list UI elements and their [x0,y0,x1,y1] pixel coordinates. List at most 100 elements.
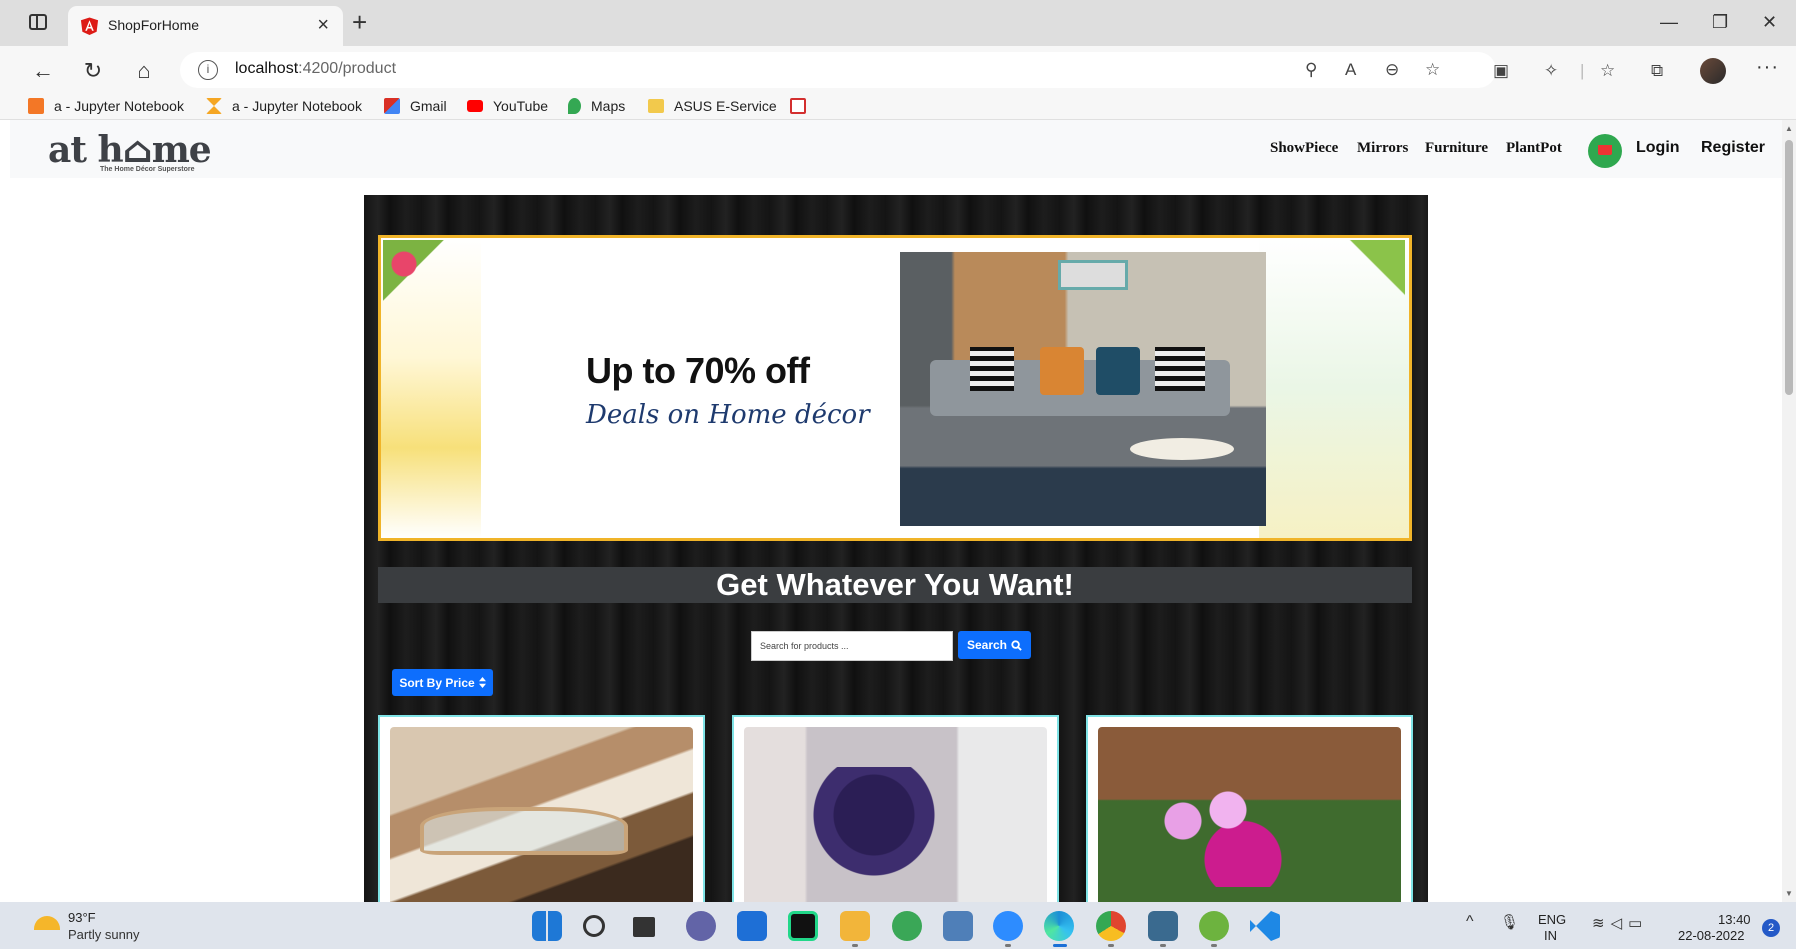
mail-icon[interactable] [737,911,767,941]
scrollbar-thumb[interactable] [1785,140,1793,395]
tagline-bar: Get Whatever You Want! [378,567,1412,603]
youtube-icon [467,100,483,112]
pillow-shape [970,347,1014,391]
wifi-volume-battery-icon[interactable]: ≋◁▭ [1592,914,1648,932]
scroll-down-icon[interactable]: ▼ [1785,889,1793,898]
address-bar[interactable]: i localhost:4200/product ⚲ A ⊖ ☆ [180,52,1496,88]
bookmark-label: a - Jupyter Notebook [54,98,184,114]
tab-title: ShopForHome [108,17,200,33]
new-tab-button[interactable]: + [352,8,367,36]
pillow-shape [1040,347,1084,395]
pycharm-icon[interactable] [788,911,818,941]
bookmark-gmail[interactable]: Gmail [384,98,447,114]
weather-temperature[interactable]: 93°F [68,910,96,925]
page-scrollbar[interactable]: ▲ ▼ [1782,120,1796,902]
restore-icon[interactable]: ❐ [1712,10,1728,34]
minimize-icon[interactable]: — [1660,10,1678,34]
sort-button-label: Sort By Price [399,675,475,690]
pdf-icon [790,98,806,114]
photos-icon[interactable] [943,911,973,941]
search-icon[interactable] [583,915,605,937]
logo-text: at h⌂me [48,129,212,171]
tab-shopforhome[interactable]: ShopForHome × [68,6,343,46]
clock-date[interactable]: 22-08-2022 [1678,928,1745,943]
close-tab-icon[interactable]: × [317,14,329,36]
palm-leaf-icon [1295,240,1405,310]
nav-link-mirrors[interactable]: Mirrors [1357,140,1408,157]
clock-time[interactable]: 13:40 [1718,912,1751,927]
vscode-icon[interactable] [1250,911,1280,941]
bookmark-asus[interactable]: ASUS E-Service [648,98,777,114]
home-icon[interactable]: ⌂ [131,58,157,84]
file-explorer-icon[interactable] [840,911,870,941]
maps-app-icon[interactable] [892,911,922,941]
nav-link-furniture[interactable]: Furniture [1425,140,1488,157]
sort-by-price-button[interactable]: Sort By Price [392,669,493,696]
window-close-icon[interactable]: ✕ [1762,10,1777,34]
promo-banner[interactable]: Up to 70% off Deals on Home décor [378,235,1412,541]
zoom-icon[interactable] [993,911,1023,941]
bookmark-label: a - Jupyter Notebook [232,98,362,114]
browser-tab-bar: ShopForHome × + — ❐ ✕ [0,0,1796,46]
logo-tagline: The Home Décor Superstore [100,166,195,173]
product-card[interactable] [378,715,705,902]
zoom-out-icon[interactable]: ⊖ [1385,57,1399,83]
back-icon[interactable]: ← [30,58,56,84]
weather-description[interactable]: Partly sunny [68,927,140,942]
input-language[interactable]: ENG [1538,912,1566,927]
folder-icon [648,99,664,113]
collections-icon[interactable]: ⧉ [1651,58,1663,84]
teams-chat-icon[interactable] [686,911,716,941]
mysql-workbench-icon[interactable] [1148,911,1178,941]
task-view-icon[interactable] [633,917,655,937]
microphone-icon[interactable]: 🎙 [1500,913,1519,931]
cart-icon[interactable] [1588,134,1622,168]
bookmark-youtube[interactable]: YouTube [467,98,548,114]
nav-link-plantpot[interactable]: PlantPot [1506,140,1562,157]
pillow-shape [1155,347,1205,391]
extensions-icon[interactable]: ✧ [1544,58,1558,84]
partly-sunny-icon[interactable] [34,916,60,930]
tab-actions-icon[interactable] [29,14,47,30]
search-button[interactable]: Search [958,631,1031,659]
site-logo[interactable]: at h⌂me The Home Décor Superstore [38,132,228,176]
page-tagline: Get Whatever You Want! [716,567,1074,602]
product-card[interactable] [732,715,1059,902]
site-info-icon[interactable]: i [198,60,218,80]
search-input[interactable] [751,631,953,661]
login-link[interactable]: Login [1636,139,1680,157]
hourglass-icon [206,98,222,114]
product-image-glass-coffee-table[interactable] [390,727,693,902]
profile-avatar[interactable] [1700,58,1726,84]
coffee-table-shape [1130,438,1234,460]
favorites-list-icon[interactable]: ☆ [1600,58,1615,84]
product-image-bonsai-showpiece[interactable] [744,727,1047,902]
toolbar-divider: | [1580,61,1585,80]
register-link[interactable]: Register [1701,139,1765,157]
key-icon[interactable]: ⚲ [1305,57,1317,83]
wall-frame [1058,260,1128,290]
screenshot-icon[interactable]: ▣ [1493,58,1509,84]
chrome-icon[interactable] [1096,911,1126,941]
start-icon[interactable] [532,911,562,941]
bookmark-pdf[interactable] [790,98,816,114]
bookmark-jupyter-2[interactable]: a - Jupyter Notebook [206,98,362,114]
notification-badge[interactable]: 2 [1762,919,1780,937]
product-image-flower-plant-pot[interactable] [1098,727,1401,902]
read-aloud-icon[interactable]: A [1345,57,1356,83]
reload-icon[interactable]: ↻ [80,58,106,84]
url-path: :4200/product [298,60,397,77]
bookmark-label: Gmail [410,98,447,114]
product-card[interactable] [1086,715,1413,902]
bookmark-maps[interactable]: Maps [568,98,625,114]
edge-icon[interactable] [1044,911,1074,941]
favorite-icon[interactable]: ☆ [1425,57,1440,83]
spring-tool-suite-icon[interactable] [1199,911,1229,941]
more-menu-icon[interactable]: ··· [1756,56,1779,79]
nav-link-showpiece[interactable]: ShowPiece [1270,140,1338,157]
chevron-up-icon[interactable]: ^ [1466,913,1474,931]
scroll-up-icon[interactable]: ▲ [1785,124,1793,133]
input-region[interactable]: IN [1544,928,1557,943]
gmail-icon [384,98,400,114]
bookmark-jupyter-1[interactable]: a - Jupyter Notebook [28,98,184,114]
